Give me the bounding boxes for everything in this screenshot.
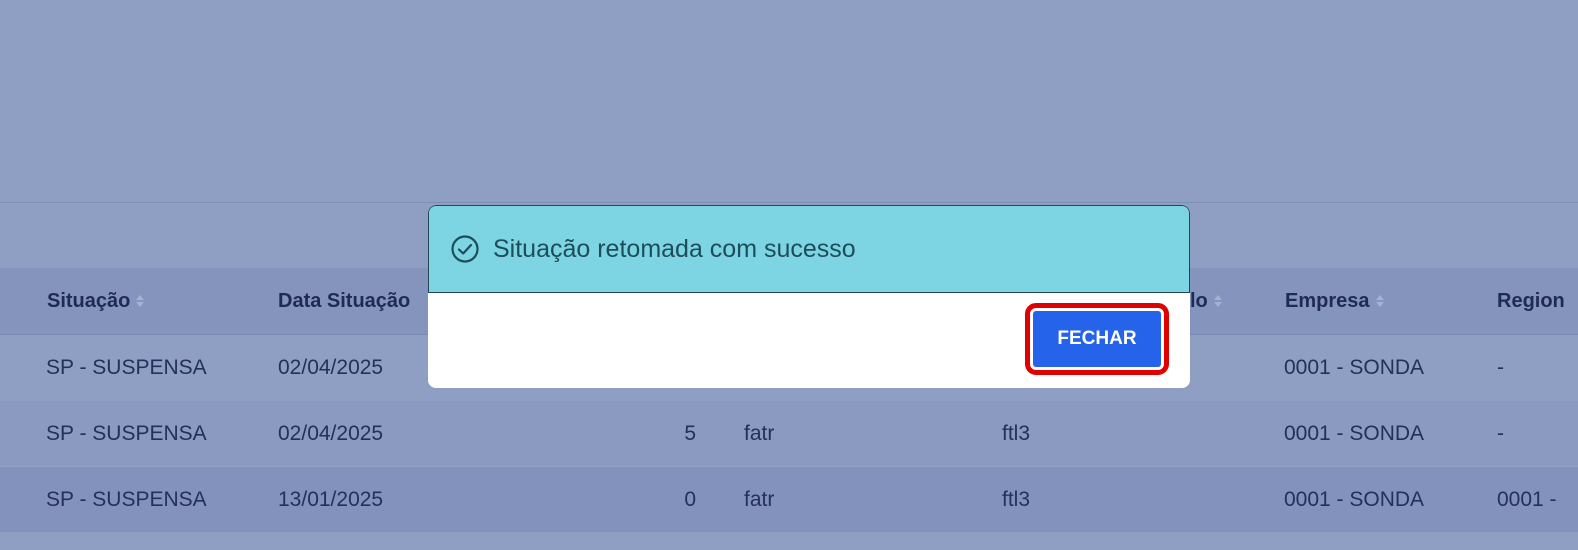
column-header-label: Region	[1497, 289, 1565, 312]
cell-usuario: fatr	[744, 421, 775, 445]
table-row[interactable]: SP - SUSPENSA 02/04/2025 5 fatr ftl3 000…	[0, 401, 1578, 466]
cell-modulo: ftl3	[1002, 487, 1031, 511]
cell-empresa: 0001 - SONDA	[1284, 355, 1425, 379]
cell-empresa: 0001 - SONDA	[1284, 487, 1425, 511]
column-header-label: lo	[1190, 289, 1208, 312]
cell-regional: 0001 -	[1497, 487, 1557, 511]
cell-data-situacao: 02/04/2025	[278, 421, 384, 445]
column-header-empresa[interactable]: Empresa	[1285, 268, 1384, 334]
column-header-situacao[interactable]: Situação	[47, 268, 145, 334]
cell-quantidade: 0	[684, 487, 696, 511]
check-circle-icon	[451, 235, 479, 263]
cell-quantidade: 5	[684, 421, 696, 445]
column-header-label: Empresa	[1285, 289, 1370, 312]
column-header-modulo[interactable]: lo	[1190, 268, 1222, 334]
cell-situacao: SP - SUSPENSA	[46, 355, 207, 379]
cell-situacao: SP - SUSPENSA	[46, 487, 207, 511]
divider	[0, 202, 1578, 203]
table-row[interactable]: SP - SUSPENSA 13/01/2025 0 fatr ftl3 000…	[0, 467, 1578, 532]
cell-usuario: fatr	[744, 487, 775, 511]
cell-empresa: 0001 - SONDA	[1284, 421, 1425, 445]
cell-data-situacao: 02/04/2025	[278, 355, 384, 379]
sort-icon[interactable]	[136, 294, 145, 308]
column-header-label: Situação	[47, 289, 131, 312]
dialog-message: Situação retomada com sucesso	[493, 234, 856, 263]
column-header-data-situacao[interactable]: Data Situação	[278, 268, 410, 334]
column-header-regional[interactable]: Region	[1497, 268, 1565, 334]
close-button[interactable]: FECHAR	[1025, 303, 1169, 375]
sort-icon[interactable]	[1213, 294, 1222, 308]
sort-icon[interactable]	[1375, 294, 1384, 308]
cell-modulo: ftl3	[1002, 421, 1031, 445]
dialog-header: Situação retomada com sucesso	[428, 205, 1190, 293]
cell-data-situacao: 13/01/2025	[278, 487, 384, 511]
page-header-area	[0, 0, 1578, 202]
cell-situacao: SP - SUSPENSA	[46, 421, 207, 445]
column-header-label: Data Situação	[278, 289, 411, 312]
cell-regional: -	[1497, 421, 1504, 445]
success-dialog: Situação retomada com sucesso FECHAR	[428, 205, 1190, 388]
cell-regional: -	[1497, 355, 1504, 379]
